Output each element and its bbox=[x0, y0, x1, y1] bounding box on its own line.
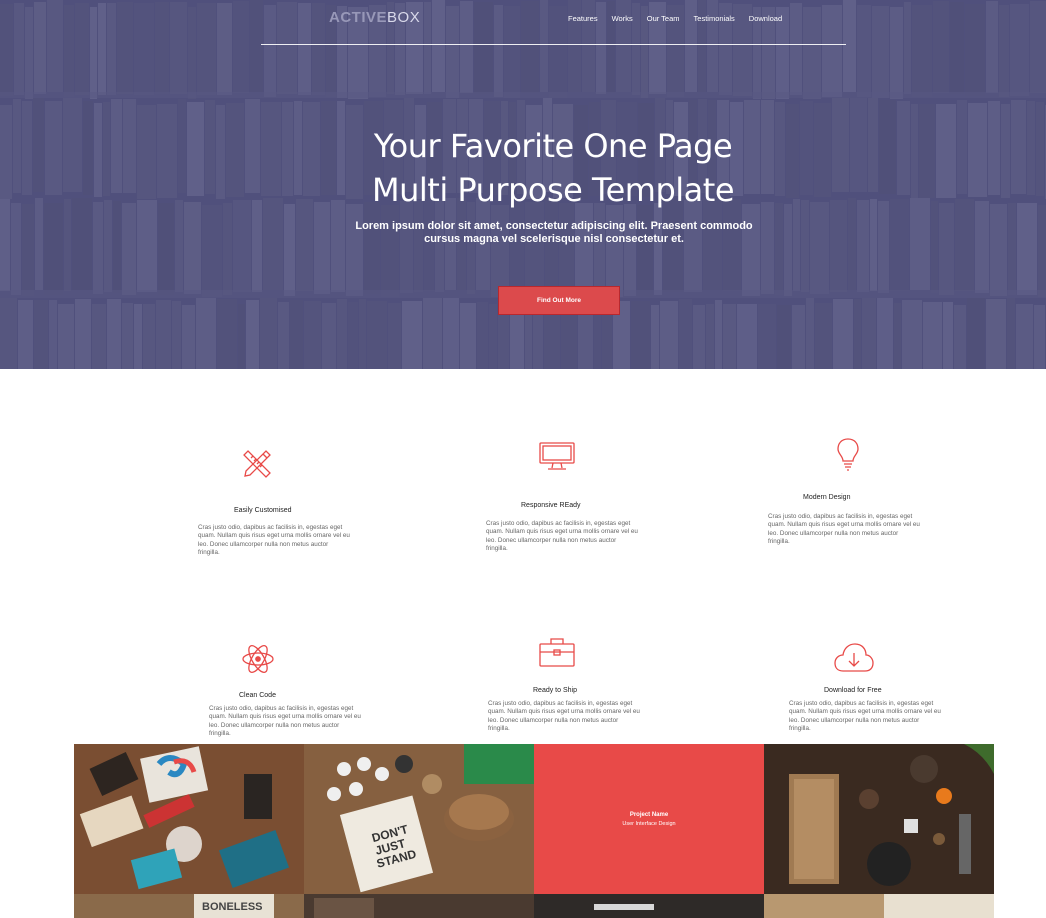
hero-section: ACTIVEBOX Features Works Our Team Testim… bbox=[0, 0, 1046, 369]
briefcase-icon bbox=[539, 638, 575, 667]
portfolio-item-4[interactable] bbox=[764, 744, 994, 894]
hero-title-line2: Multi Purpose Template bbox=[372, 171, 735, 209]
lightbulb-icon bbox=[837, 438, 859, 471]
nav-divider bbox=[261, 44, 846, 45]
main-nav: Features Works Our Team Testimonials Dow… bbox=[568, 14, 796, 23]
nav-link-our-team[interactable]: Our Team bbox=[647, 14, 680, 23]
feature-title: Ready to Ship bbox=[533, 687, 577, 694]
feature-title: Download for Free bbox=[824, 687, 882, 694]
portfolio-grid: DON'T JUST STAND Project Name User Inter… bbox=[74, 744, 994, 918]
find-out-more-button[interactable]: Find Out More bbox=[498, 286, 620, 315]
cloud-download-icon bbox=[834, 643, 874, 672]
portfolio-item-8[interactable] bbox=[764, 894, 994, 918]
feature-text: Cras justo odio, dapibus ac facilisis in… bbox=[789, 700, 941, 733]
portfolio-item-5[interactable]: BONELESS bbox=[74, 894, 304, 918]
project-name: Project Name bbox=[629, 811, 669, 818]
hero-title-line1: Your Favorite One Page bbox=[373, 127, 733, 165]
pencil-ruler-icon bbox=[243, 450, 271, 478]
nav-link-download[interactable]: Download bbox=[749, 14, 782, 23]
project-category: User Interface Design bbox=[622, 820, 676, 827]
hero-title: Your Favorite One Page Multi Purpose Tem… bbox=[0, 124, 1046, 212]
portfolio-item-6[interactable] bbox=[304, 894, 534, 918]
svg-text:BONELESS: BONELESS bbox=[202, 901, 263, 913]
feature-text: Cras justo odio, dapibus ac facilisis in… bbox=[768, 513, 920, 546]
feature-text: Cras justo odio, dapibus ac facilisis in… bbox=[209, 705, 361, 738]
logo-text-active: ACTIVE bbox=[329, 9, 388, 26]
feature-title: Easily Customised bbox=[234, 507, 292, 514]
nav-link-features[interactable]: Features bbox=[568, 14, 598, 23]
logo-text-box: BOX bbox=[387, 9, 421, 26]
hero-subtitle: Lorem ipsum dolor sit amet, consectetur … bbox=[355, 220, 753, 245]
feature-title: Responsive REady bbox=[521, 502, 581, 509]
feature-title: Clean Code bbox=[239, 692, 276, 699]
nav-link-testimonials[interactable]: Testimonials bbox=[694, 14, 735, 23]
portfolio-item-1[interactable] bbox=[74, 744, 304, 894]
nav-link-works[interactable]: Works bbox=[612, 14, 633, 23]
feature-title: Modern Design bbox=[803, 494, 851, 501]
feature-text: Cras justo odio, dapibus ac facilisis in… bbox=[488, 700, 640, 733]
feature-text: Cras justo odio, dapibus ac facilisis in… bbox=[486, 520, 638, 553]
site-logo[interactable]: ACTIVEBOX bbox=[329, 9, 420, 26]
portfolio-item-3-hover[interactable]: Project Name User Interface Design bbox=[534, 744, 764, 894]
monitor-icon bbox=[539, 442, 575, 470]
atom-icon bbox=[242, 645, 274, 673]
portfolio-item-2[interactable]: DON'T JUST STAND bbox=[304, 744, 534, 894]
feature-text: Cras justo odio, dapibus ac facilisis in… bbox=[198, 524, 350, 557]
portfolio-item-7[interactable] bbox=[534, 894, 764, 918]
